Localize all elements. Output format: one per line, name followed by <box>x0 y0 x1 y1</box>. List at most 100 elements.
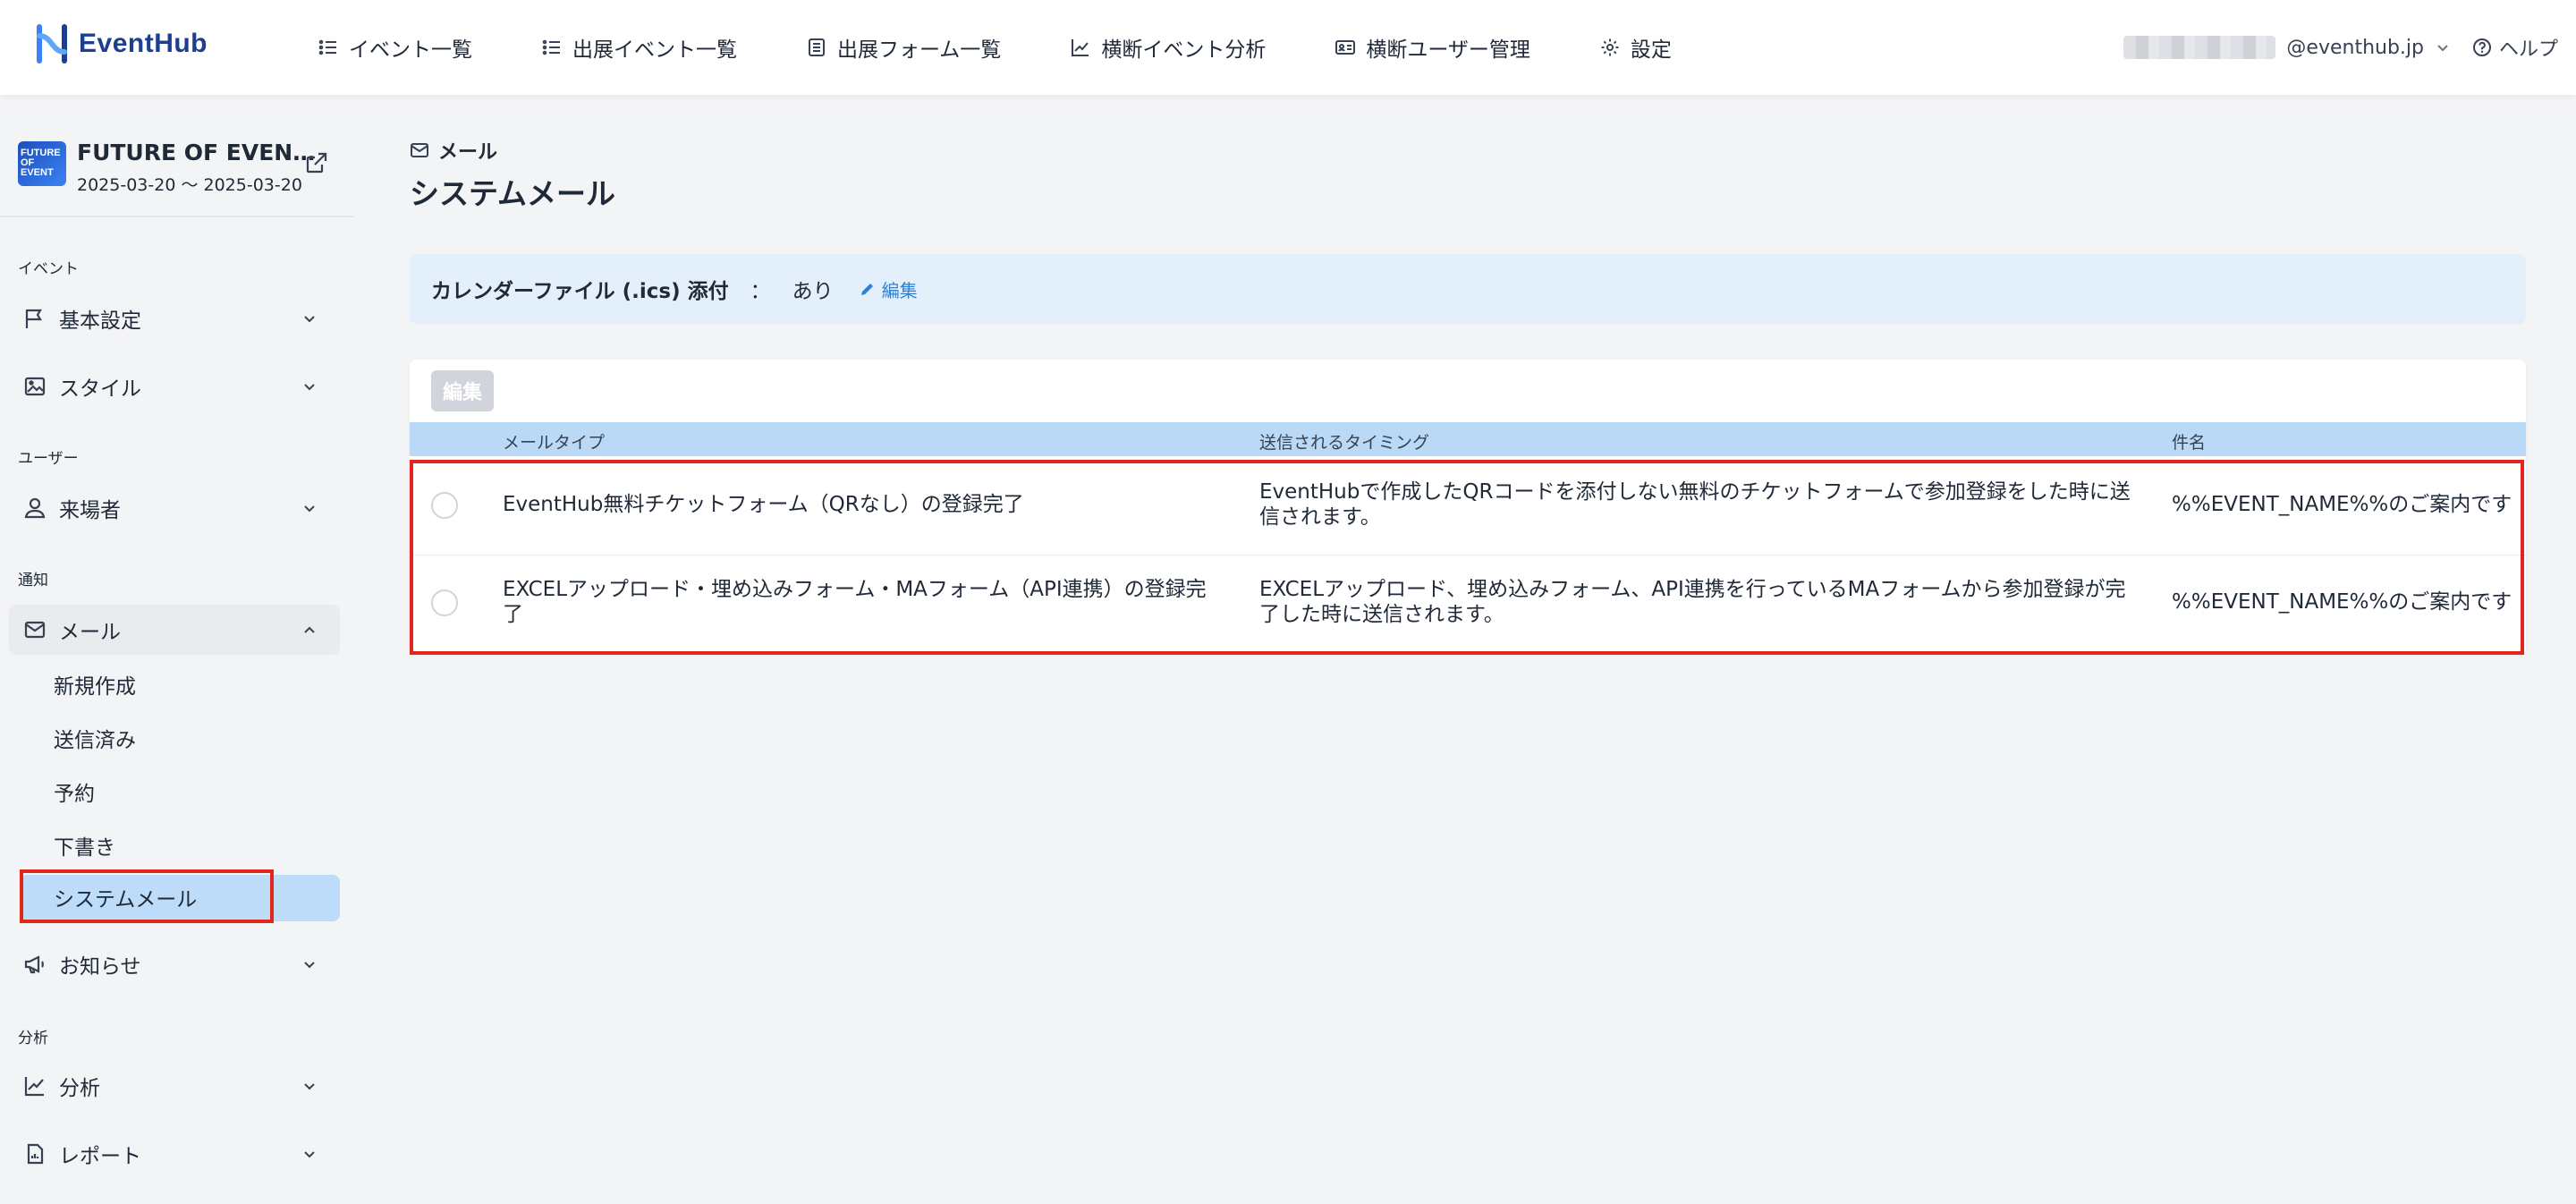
id-card-icon <box>1335 40 1356 55</box>
nav-exhibit-form-list[interactable]: 出展フォーム一覧 <box>807 32 1001 63</box>
event-title: FUTURE OF EVEN… <box>77 140 316 165</box>
sidebar-item-notice[interactable]: お知らせ <box>9 939 340 989</box>
nav-exhibit-event-list[interactable]: 出展イベント一覧 <box>542 32 737 63</box>
report-icon <box>27 1143 44 1165</box>
breadcrumb-label: メール <box>438 141 498 164</box>
ics-edit-label: 編集 <box>881 279 918 301</box>
nav-event-list[interactable]: イベント一覧 <box>318 32 472 63</box>
sidebar-item-label: スタイル <box>59 377 141 401</box>
row-radio[interactable] <box>431 589 458 616</box>
column-header-timing: 送信されるタイミング <box>1259 433 1430 453</box>
sidebar-subitem-draft[interactable]: 下書き <box>54 830 115 861</box>
sidebar-item-visitors[interactable]: 来場者 <box>9 483 340 533</box>
mail-type-cell: EXCELアップロード・埋め込みフォーム・MAフォーム（API連携）の登録完了 <box>503 578 1207 626</box>
section-label-analysis: 分析 <box>18 1030 48 1047</box>
pencil-icon <box>860 284 873 295</box>
section-label-event: イベント <box>18 260 79 278</box>
chevron-up-icon <box>304 626 315 633</box>
sidebar-item-report[interactable]: レポート <box>9 1129 340 1179</box>
ics-edit-link[interactable]: 編集 <box>859 276 918 302</box>
breadcrumb: メール <box>410 136 497 165</box>
chevron-down-icon <box>2437 45 2448 52</box>
help-icon <box>2472 38 2491 56</box>
mail-icon <box>24 621 46 639</box>
sidebar-subitem-sent[interactable]: 送信済み <box>54 723 136 753</box>
main-nav: イベント一覧 出展イベント一覧 出展フォーム一覧 横断イベント分析 横断ユーザー… <box>318 0 1741 95</box>
column-header-mail-type: メールタイプ <box>503 433 606 453</box>
page-title: システムメール <box>410 176 616 211</box>
mail-type-cell: EventHub無料チケットフォーム（QRなし）の登録完了 <box>503 493 1024 516</box>
subject-cell: %%EVENT_NAME%%のご案内です <box>2172 590 2512 614</box>
chevron-down-icon <box>304 962 315 969</box>
nav-cross-event-analysis[interactable]: 横断イベント分析 <box>1071 32 1266 63</box>
current-event-card: FUTURE OF EVENT FUTURE OF EVEN… 2025-03-… <box>18 136 340 195</box>
table-row[interactable]: EXCELアップロード・埋め込みフォーム・MAフォーム（API連携）の登録完了 … <box>410 555 2526 651</box>
section-label-notify: 通知 <box>18 572 48 589</box>
edit-button[interactable]: 編集 <box>431 370 494 411</box>
ics-attachment-setting: カレンダーファイル (.ics) 添付 ： あり 編集 <box>410 254 2526 324</box>
sidebar-divider <box>0 216 353 217</box>
sidebar: FUTURE OF EVENT FUTURE OF EVEN… 2025-03-… <box>0 95 353 1204</box>
image-icon <box>24 377 46 396</box>
gear-icon <box>1601 38 1619 56</box>
flag-icon <box>25 309 42 328</box>
row-radio[interactable] <box>431 492 458 519</box>
eventhub-logo-icon <box>37 24 67 64</box>
help-link[interactable]: ヘルプ <box>2472 0 2558 95</box>
sidebar-item-label: 分析 <box>59 1077 100 1100</box>
sidebar-item-label: 基本設定 <box>59 309 141 333</box>
sidebar-subitem-new[interactable]: 新規作成 <box>54 669 136 700</box>
sidebar-item-label: メール <box>59 621 121 644</box>
system-mail-table-panel: 編集 メールタイプ 送信されるタイミング 件名 EventHub無料チケットフォ… <box>410 360 2526 655</box>
user-icon <box>24 497 46 519</box>
form-icon <box>809 38 825 56</box>
sidebar-item-style[interactable]: スタイル <box>9 361 340 411</box>
nav-label: 設定 <box>1630 38 1672 62</box>
sidebar-subitem-scheduled[interactable]: 予約 <box>54 776 95 807</box>
sidebar-item-mail[interactable]: メール <box>9 605 340 655</box>
chevron-down-icon <box>304 505 315 513</box>
timing-cell: EventHubで作成したQRコードを添付しない無料のチケットフォームで参加登録… <box>1259 480 2131 529</box>
highlight-annotation <box>20 869 274 923</box>
nav-label: 出展イベント一覧 <box>572 38 737 62</box>
subject-cell: %%EVENT_NAME%%のご案内です <box>2172 493 2512 516</box>
megaphone-icon <box>24 955 44 974</box>
ics-value: あり <box>792 280 834 303</box>
nav-label: 出展フォーム一覧 <box>837 38 1002 62</box>
chevron-down-icon <box>304 1083 315 1090</box>
user-email-domain: @eventhub.jp <box>2286 36 2424 59</box>
table-row[interactable]: EventHub無料チケットフォーム（QRなし）の登録完了 EventHubで作… <box>410 458 2526 555</box>
chevron-down-icon <box>304 316 315 323</box>
sidebar-item-label: 来場者 <box>59 499 121 522</box>
user-menu[interactable]: @eventhub.jp <box>2123 0 2451 95</box>
sidebar-item-label: レポート <box>59 1145 141 1168</box>
sidebar-item-analysis[interactable]: 分析 <box>9 1061 340 1111</box>
timing-cell: EXCELアップロード、埋め込みフォーム、API連携を行っているMAフォームから… <box>1259 578 2126 626</box>
event-dates: 2025-03-20 〜 2025-03-20 <box>77 175 302 195</box>
sidebar-item-label: お知らせ <box>59 955 141 979</box>
mail-icon <box>411 143 428 157</box>
nav-settings[interactable]: 設定 <box>1600 32 1672 63</box>
section-label-user: ユーザー <box>18 450 79 468</box>
chevron-down-icon <box>304 1151 315 1158</box>
app-logo[interactable]: EventHub <box>34 23 208 64</box>
nav-label: 横断ユーザー管理 <box>1366 38 1530 62</box>
redacted-username <box>2123 36 2276 59</box>
nav-label: イベント一覧 <box>349 38 472 62</box>
nav-label: 横断イベント分析 <box>1101 38 1267 62</box>
column-header-subject: 件名 <box>2172 433 2207 453</box>
event-thumbnail: FUTURE OF EVENT <box>18 141 66 186</box>
table-header: メールタイプ 送信されるタイミング 件名 <box>410 422 2526 456</box>
list-icon <box>318 39 336 55</box>
sidebar-item-basic-settings[interactable]: 基本設定 <box>9 293 340 343</box>
list-icon <box>542 39 560 55</box>
external-link-icon[interactable] <box>304 150 329 175</box>
ics-label: カレンダーファイル (.ics) 添付 <box>431 280 729 303</box>
chevron-down-icon <box>304 384 315 391</box>
ics-colon: ： <box>750 280 771 303</box>
top-navigation-bar: EventHub イベント一覧 出展イベント一覧 出展フォーム一覧 横断イベント… <box>0 0 2576 95</box>
chart-icon <box>24 1077 44 1097</box>
chart-icon <box>1072 39 1089 56</box>
nav-cross-user-management[interactable]: 横断ユーザー管理 <box>1335 32 1530 63</box>
app-name: EventHub <box>79 29 208 58</box>
